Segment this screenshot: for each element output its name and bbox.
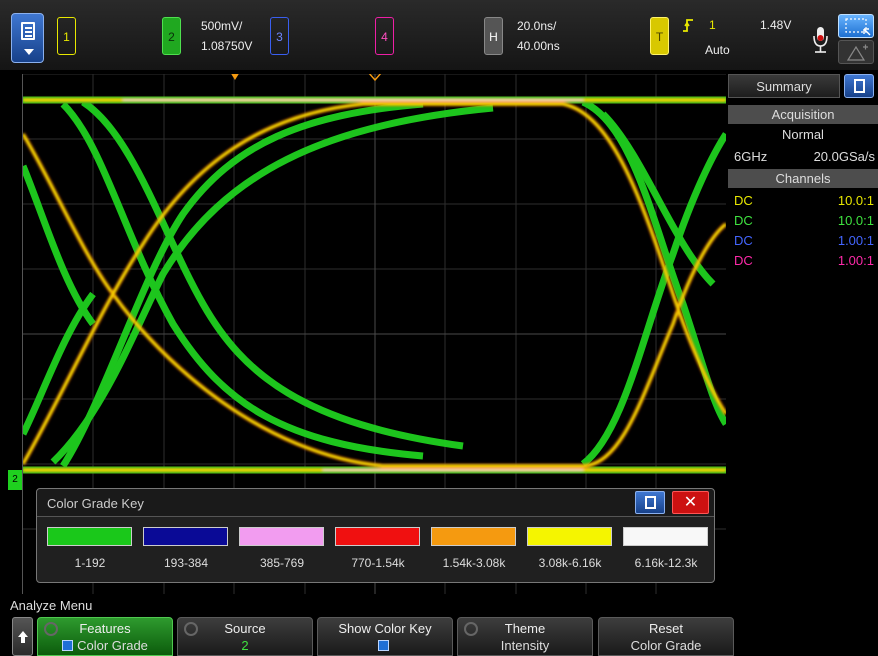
- color-bin-label: 1-192: [74, 556, 106, 570]
- document-menu-icon: [854, 79, 865, 93]
- channel-4-probe: 1.00:1: [837, 253, 874, 268]
- softkey-label: Features: [79, 621, 131, 636]
- menu-up-button[interactable]: [12, 617, 33, 656]
- softkey-show-color-key[interactable]: Show Color Key: [317, 617, 453, 656]
- trigger-level[interactable]: 1.48V: [760, 16, 791, 34]
- acquisition-mode: Normal: [782, 127, 824, 142]
- color-bin-label: 6.16k-12.3k: [634, 556, 698, 570]
- softkey-label: Reset: [649, 621, 683, 636]
- microphone-icon[interactable]: [812, 24, 828, 58]
- channel-1-coupling: DC: [734, 193, 753, 208]
- vertical-scale[interactable]: 500mV/: [201, 17, 242, 35]
- rising-edge-icon: [683, 19, 693, 32]
- top-status-bar: 1 2 500mV/ 1.08750V 3 4 H 20.0ns/ 40.00n…: [0, 0, 878, 70]
- color-bin-label: 193-384: [163, 556, 209, 570]
- softkey-label: Show Color Key: [338, 621, 432, 636]
- softkey-value: Intensity: [500, 638, 550, 653]
- main-menu-button[interactable]: [11, 13, 44, 63]
- color-swatch: [143, 527, 228, 546]
- channel-3-coupling: DC: [734, 233, 753, 248]
- sidebar-menu-button[interactable]: [844, 74, 874, 98]
- color-swatch: [335, 527, 420, 546]
- pointer-icon: [845, 18, 871, 36]
- color-bin-label: 1.54k-3.08k: [442, 556, 506, 570]
- document-menu-icon: [645, 496, 656, 509]
- softkey-label: Source: [224, 621, 266, 636]
- color-swatch: [623, 527, 708, 546]
- channel-3-button[interactable]: 3: [270, 17, 289, 55]
- color-bin-label: 3.08k-6.16k: [538, 556, 602, 570]
- color-bin-label: 385-769: [259, 556, 305, 570]
- zoom-button[interactable]: [838, 40, 874, 64]
- softkey-label: Theme: [504, 621, 546, 636]
- time-delay[interactable]: 40.00ns: [517, 37, 560, 55]
- channel-2-ground-marker[interactable]: 2: [8, 470, 22, 490]
- softkey-value: Color Grade: [38, 638, 172, 653]
- document-menu-icon: [21, 22, 35, 40]
- entry-knob-icon: [184, 622, 198, 636]
- channel-2-button[interactable]: 2: [162, 17, 181, 55]
- close-icon: ✕: [683, 494, 698, 511]
- entry-knob-icon: [464, 622, 478, 636]
- checkbox-icon[interactable]: [377, 640, 389, 651]
- bandwidth: 6GHz: [734, 149, 768, 164]
- dialog-title: Color Grade Key: [47, 496, 144, 511]
- entry-knob-icon: [44, 622, 58, 636]
- acquisition-header: Acquisition: [728, 105, 878, 124]
- channel-3-probe: 1.00:1: [837, 233, 874, 248]
- softkey-features[interactable]: Features Color Grade: [37, 617, 173, 656]
- horizontal-button[interactable]: H: [484, 17, 503, 55]
- channel-2-probe: 10.0:1: [837, 213, 874, 228]
- menu-title: Analyze Menu: [10, 598, 93, 613]
- softkey-value: 2: [241, 638, 249, 653]
- trigger-mode[interactable]: Auto: [705, 41, 730, 59]
- vertical-offset[interactable]: 1.08750V: [201, 37, 252, 55]
- color-grade-key-dialog[interactable]: Color Grade Key ✕ 1-192 193-384 385-769 770…: [36, 488, 715, 583]
- channel-4-coupling: DC: [734, 253, 753, 268]
- channel-1-button[interactable]: 1: [57, 17, 76, 55]
- trigger-button[interactable]: T: [650, 17, 669, 55]
- softkey-reset[interactable]: Reset Color Grade: [598, 617, 734, 656]
- zoom-icon: [846, 44, 868, 61]
- softkey-value: Color Grade: [630, 638, 702, 653]
- checkbox-icon[interactable]: [62, 640, 74, 651]
- time-scale[interactable]: 20.0ns/: [517, 17, 556, 35]
- color-swatch: [47, 527, 132, 546]
- tab-summary[interactable]: Summary: [728, 74, 840, 98]
- channel-1-probe: 10.0:1: [837, 193, 874, 208]
- softkey-value: [318, 638, 452, 653]
- oscilloscope-screen: 1 2 500mV/ 1.08750V 3 4 H 20.0ns/ 40.00n…: [0, 0, 878, 656]
- color-swatch: [527, 527, 612, 546]
- dialog-menu-button[interactable]: [635, 491, 665, 514]
- trigger-time-marker: [231, 74, 239, 80]
- sample-rate: 20.0GSa/s: [813, 149, 875, 164]
- channel-2-coupling: DC: [734, 213, 753, 228]
- color-swatch: [239, 527, 324, 546]
- pointer-button[interactable]: [838, 14, 874, 38]
- softkey-source[interactable]: Source 2: [177, 617, 313, 656]
- trigger-source[interactable]: 1: [709, 16, 716, 34]
- up-arrow-icon: [18, 631, 28, 643]
- softkey-theme[interactable]: Theme Intensity: [457, 617, 593, 656]
- color-bin-label: 770-1.54k: [351, 556, 405, 570]
- chevron-down-icon: [24, 49, 34, 55]
- close-button[interactable]: ✕: [672, 491, 709, 514]
- channels-header: Channels: [728, 169, 878, 188]
- color-swatch: [431, 527, 516, 546]
- channel-4-button[interactable]: 4: [375, 17, 394, 55]
- summary-sidebar: Summary Acquisition Normal 6GHz 20.0GSa/…: [728, 72, 878, 594]
